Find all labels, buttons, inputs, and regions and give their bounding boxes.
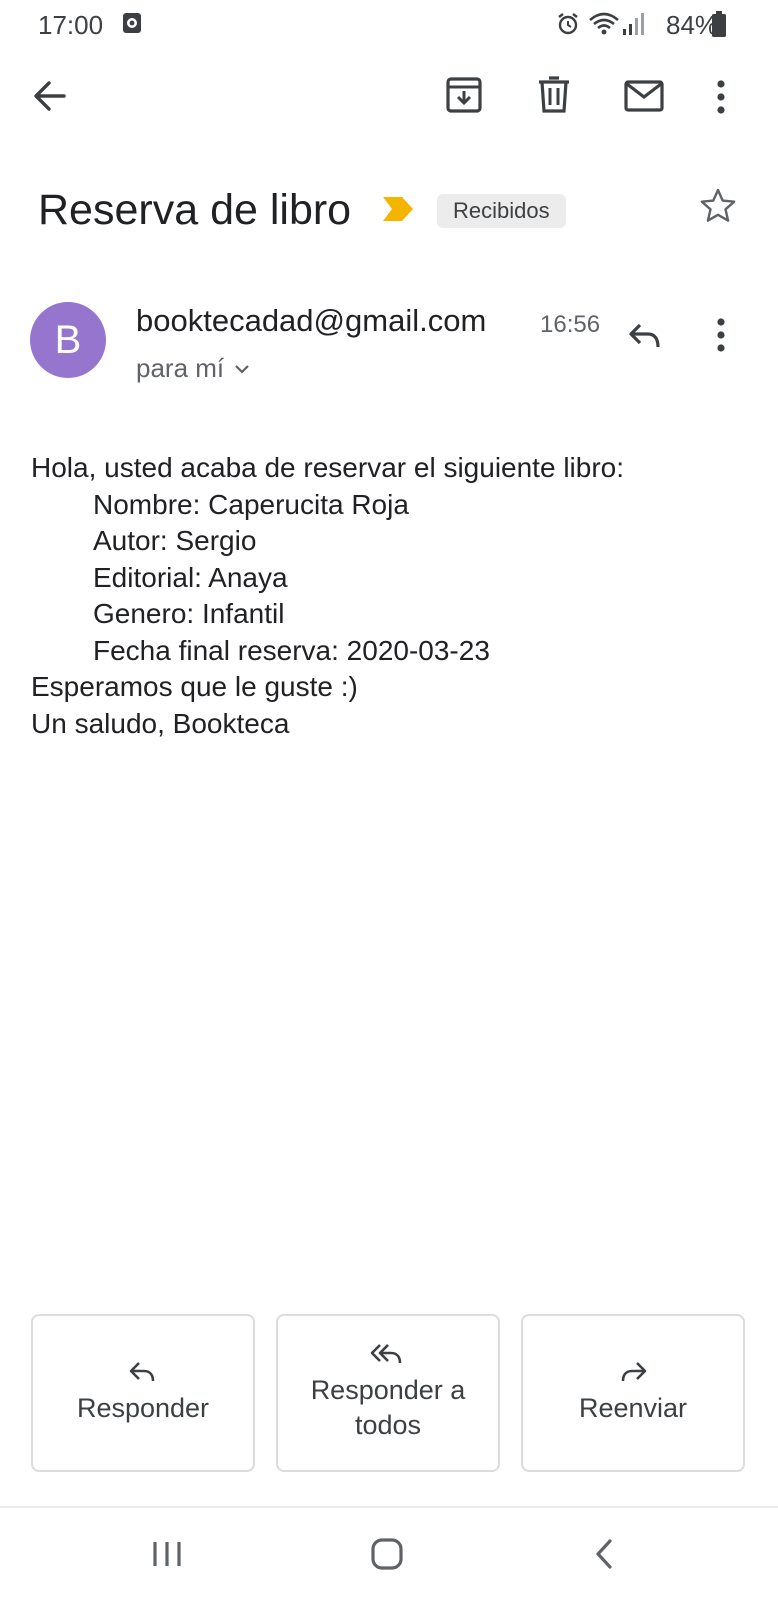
body-detail: Editorial: Anaya	[93, 561, 288, 593]
reply-label: Responder	[76, 1392, 210, 1423]
reply-icon	[129, 1361, 157, 1383]
body-detail: Nombre: Caperucita Roja	[93, 488, 409, 520]
importance-marker-icon[interactable]	[382, 196, 414, 222]
reply-all-label-line1: Responder a	[310, 1375, 466, 1405]
back-arrow-icon[interactable]	[32, 78, 68, 114]
alarm-icon	[556, 12, 580, 36]
recipient-toggle[interactable]: para mí	[136, 353, 250, 384]
signal-icon	[622, 12, 644, 36]
toolbar	[0, 60, 778, 132]
battery-percentage: 84%	[666, 10, 719, 40]
back-icon[interactable]	[594, 1538, 614, 1570]
status-bar: 17:00 84%	[0, 0, 778, 50]
reply-button[interactable]: Responder	[31, 1314, 255, 1472]
star-icon[interactable]	[700, 188, 736, 224]
screen-record-icon	[122, 12, 142, 34]
message-more-icon[interactable]	[716, 318, 726, 352]
navigation-bar	[0, 1508, 778, 1600]
body-closing: Esperamos que le guste :)	[31, 671, 358, 702]
body-greeting: Hola, usted acaba de reservar el siguien…	[31, 452, 625, 483]
mark-unread-icon[interactable]	[624, 80, 664, 112]
chevron-down-icon	[234, 364, 250, 374]
body-detail: Genero: Infantil	[93, 598, 285, 629]
avatar[interactable]: B	[30, 302, 106, 378]
forward-icon	[619, 1361, 647, 1383]
recent-apps-icon[interactable]	[151, 1540, 183, 1568]
reply-all-button[interactable]: Responder a todos	[276, 1314, 500, 1472]
battery-icon	[712, 11, 726, 37]
home-icon[interactable]	[370, 1537, 404, 1571]
forward-label: Reenviar	[578, 1392, 688, 1423]
wifi-icon	[588, 12, 620, 36]
delete-icon[interactable]	[538, 76, 570, 114]
reply-icon[interactable]	[628, 322, 662, 350]
forward-button[interactable]: Reenviar	[521, 1314, 745, 1472]
email-subject: Reserva de libro	[38, 186, 352, 234]
body-detail: Fecha final reserva: 2020-03-23	[93, 634, 490, 666]
body-signature: Un saludo, Bookteca	[31, 707, 290, 739]
body-detail: Autor: Sergio	[93, 525, 257, 556]
email-time: 16:56	[540, 311, 601, 338]
reply-all-label-line2: todos	[354, 1410, 422, 1440]
inbox-label-chip[interactable]: Recibidos	[437, 194, 566, 228]
email-body: Hola, usted acaba de reservar el siguien…	[31, 450, 624, 742]
recipient-label: para mí	[136, 353, 225, 383]
sender-address[interactable]: booktecadad@gmail.com	[136, 303, 486, 339]
reply-all-icon	[370, 1343, 406, 1365]
archive-icon[interactable]	[446, 76, 482, 114]
more-vert-icon[interactable]	[716, 80, 726, 114]
status-time: 17:00	[38, 10, 104, 40]
